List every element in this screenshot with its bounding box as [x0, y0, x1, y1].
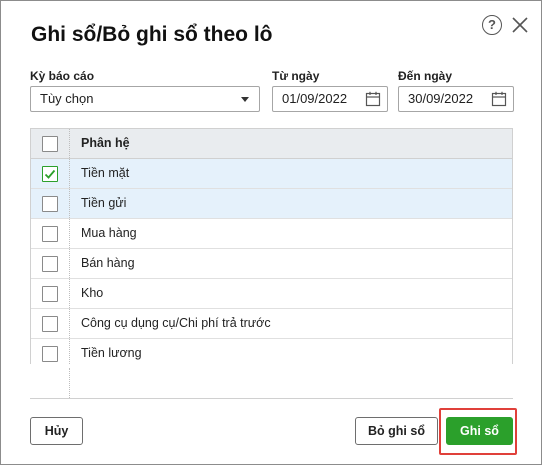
period-value: Tùy chọn [40, 91, 94, 106]
grid-header-row: Phân hệ [31, 129, 512, 159]
row-checkbox[interactable] [42, 316, 58, 332]
calendar-icon[interactable] [365, 91, 381, 107]
to-date-input[interactable]: 30/09/2022 [398, 86, 514, 112]
period-select[interactable]: Tùy chọn [30, 86, 260, 112]
table-row[interactable]: Tiền lương [31, 339, 512, 364]
unpost-button[interactable]: Bỏ ghi sổ [355, 417, 438, 445]
to-date-label: Đến ngày [398, 69, 453, 83]
check-icon [44, 169, 56, 179]
post-batch-dialog: Ghi sổ/Bỏ ghi sổ theo lô ? Kỳ báo cáo Tù… [0, 0, 542, 465]
row-checkbox[interactable] [42, 196, 58, 212]
row-label: Kho [81, 286, 104, 300]
footer-divider [30, 398, 513, 399]
table-row[interactable]: Tiền mặt [31, 159, 512, 189]
help-icon[interactable]: ? [482, 15, 502, 35]
highlight-frame [439, 408, 517, 455]
row-checkbox[interactable] [42, 256, 58, 272]
row-checkbox[interactable] [42, 166, 58, 182]
table-row[interactable]: Tiền gửi [31, 189, 512, 219]
chevron-down-icon [241, 97, 249, 102]
table-row[interactable]: Bán hàng [31, 249, 512, 279]
table-row[interactable]: Công cụ dụng cụ/Chi phí trả trước [31, 309, 512, 339]
row-label: Công cụ dụng cụ/Chi phí trả trước [81, 316, 271, 330]
module-grid: Phân hệ Tiền mặt Tiền gửi Mua hàng Bán h… [30, 128, 513, 364]
column-header-module: Phân hệ [81, 136, 130, 150]
from-date-label: Từ ngày [272, 69, 320, 83]
row-label: Tiền gửi [81, 196, 127, 210]
period-label: Kỳ báo cáo [30, 69, 95, 83]
dialog-title: Ghi sổ/Bỏ ghi sổ theo lô [31, 23, 273, 46]
calendar-icon[interactable] [491, 91, 507, 107]
grid-divider [69, 368, 70, 398]
to-date-value: 30/09/2022 [408, 91, 474, 106]
row-label: Bán hàng [81, 256, 135, 270]
row-checkbox[interactable] [42, 346, 58, 362]
table-row[interactable]: Mua hàng [31, 219, 512, 249]
cancel-button[interactable]: Hủy [30, 417, 83, 445]
from-date-input[interactable]: 01/09/2022 [272, 86, 388, 112]
select-all-checkbox[interactable] [42, 136, 58, 152]
row-label: Tiền mặt [81, 166, 130, 180]
row-checkbox[interactable] [42, 286, 58, 302]
row-label: Tiền lương [81, 346, 142, 360]
row-label: Mua hàng [81, 226, 137, 240]
table-row[interactable]: Kho [31, 279, 512, 309]
close-icon[interactable] [510, 15, 530, 35]
from-date-value: 01/09/2022 [282, 91, 348, 106]
row-checkbox[interactable] [42, 226, 58, 242]
